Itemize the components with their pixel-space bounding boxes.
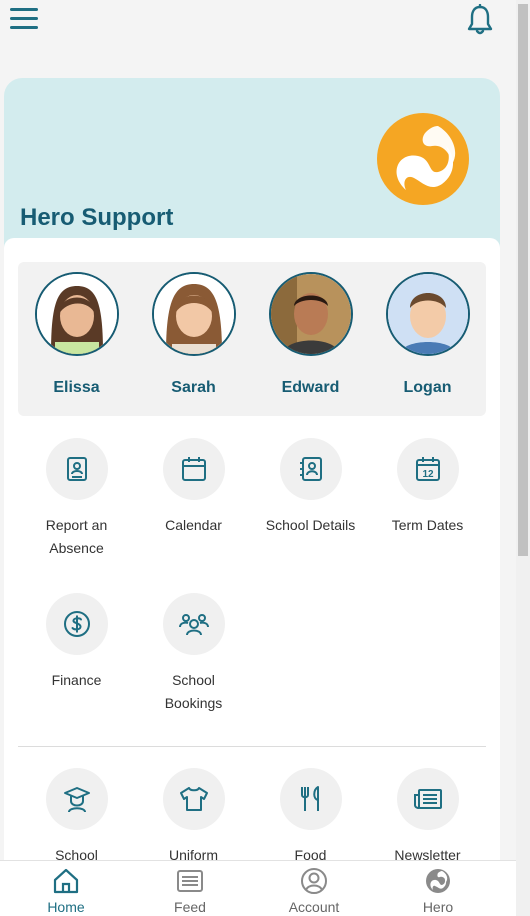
- tile-calendar[interactable]: Calendar: [135, 438, 252, 578]
- section-divider: [18, 746, 486, 747]
- hamburger-line: [10, 17, 38, 20]
- tile-icon-circle: [280, 768, 342, 830]
- avatar: [386, 272, 470, 356]
- scrollbar-thumb[interactable]: [518, 4, 528, 556]
- tile-icon-circle: [397, 768, 459, 830]
- home-icon: [52, 867, 80, 895]
- child-card-edward[interactable]: Edward: [252, 262, 369, 416]
- calendar-icon: [182, 457, 206, 481]
- child-name: Elissa: [53, 379, 100, 396]
- tile-icon-circle: [280, 438, 342, 500]
- account-icon: [300, 867, 328, 895]
- hero-logo-icon: [424, 867, 452, 895]
- graduate-icon: [64, 787, 90, 813]
- avatar: [152, 272, 236, 356]
- hamburger-line: [10, 8, 38, 11]
- tile-label: Report an Absence: [45, 517, 108, 556]
- tile-icon-circle: [163, 593, 225, 655]
- tile-label: School Bookings: [164, 672, 223, 711]
- tile-label: Finance: [51, 672, 102, 688]
- tile-icon-circle: [163, 438, 225, 500]
- nav-feed[interactable]: Feed: [128, 861, 252, 916]
- main-content: Elissa Sarah Edward Logan Report an Abse…: [4, 238, 500, 878]
- hero-title: Hero Support: [20, 204, 174, 231]
- tile-label: Term Dates: [391, 517, 464, 533]
- app-screen: Hero Support Elissa Sarah Edward Logan R…: [0, 0, 516, 916]
- top-bar: [0, 0, 516, 44]
- hamburger-line: [10, 26, 38, 29]
- nav-account[interactable]: Account: [252, 861, 376, 916]
- nav-label: Hero: [422, 899, 454, 915]
- dated-calendar-icon: 12: [416, 457, 440, 481]
- avatar: [35, 272, 119, 356]
- tile-icon-circle: [46, 768, 108, 830]
- child-card-elissa[interactable]: Elissa: [18, 262, 135, 416]
- nav-label: Home: [47, 899, 85, 915]
- cutlery-icon: [301, 786, 319, 811]
- tile-icon-circle: [163, 768, 225, 830]
- children-panel: Elissa Sarah Edward Logan: [18, 262, 486, 416]
- tile-icon-circle: [46, 593, 108, 655]
- tile-school-details[interactable]: School Details: [252, 438, 369, 578]
- tile-label: School Details: [265, 517, 356, 533]
- newspaper-icon: [414, 789, 442, 809]
- contact-book-icon: [300, 457, 322, 481]
- bottom-nav: Home Feed Account Hero: [0, 860, 516, 916]
- dollar-icon: [64, 611, 90, 637]
- menu-button[interactable]: [10, 8, 38, 32]
- child-name: Sarah: [171, 379, 216, 396]
- child-card-logan[interactable]: Logan: [369, 262, 486, 416]
- nav-home[interactable]: Home: [4, 861, 128, 916]
- group-icon: [179, 614, 209, 636]
- tile-report-absence[interactable]: Report an Absence: [18, 438, 135, 578]
- nav-label: Account: [288, 899, 340, 915]
- hero-logo-icon: [376, 112, 470, 206]
- nav-hero[interactable]: Hero: [376, 861, 500, 916]
- tile-label: Calendar: [165, 517, 222, 533]
- feed-icon: [176, 867, 204, 895]
- tile-finance[interactable]: Finance: [18, 593, 135, 733]
- shirt-icon: [180, 787, 208, 811]
- term-dates-badge: 12: [422, 469, 434, 480]
- notifications-bell-icon[interactable]: [466, 3, 494, 36]
- avatar: [269, 272, 353, 356]
- hero-banner: Hero Support: [4, 78, 500, 258]
- child-name: Edward: [281, 379, 340, 396]
- tile-school-bookings[interactable]: School Bookings: [135, 593, 252, 733]
- child-card-sarah[interactable]: Sarah: [135, 262, 252, 416]
- nav-label: Feed: [174, 899, 206, 915]
- tile-icon-circle: 12: [397, 438, 459, 500]
- tile-term-dates[interactable]: 12 Term Dates: [369, 438, 486, 578]
- scrollbar[interactable]: [516, 0, 530, 916]
- tile-icon-circle: [46, 438, 108, 500]
- child-name: Logan: [403, 379, 452, 396]
- absence-report-icon: [67, 457, 87, 481]
